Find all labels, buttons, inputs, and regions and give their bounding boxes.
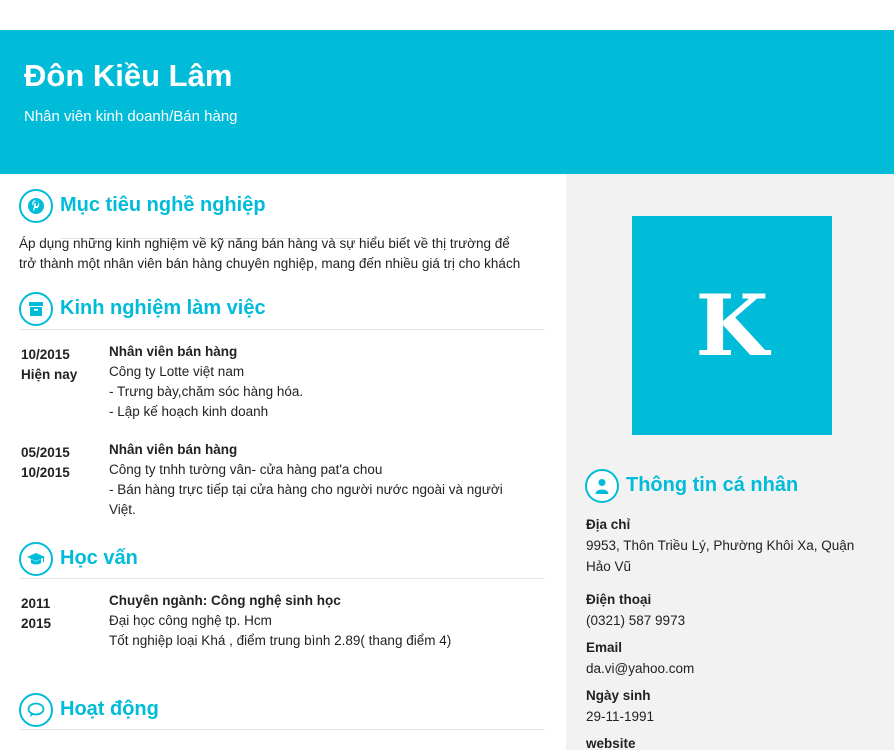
job-position: Nhân viên bán hàng [109,442,238,457]
address-line: Hảo Vũ [586,559,632,574]
school-name: Đại học công nghệ tp. Hcm [109,613,272,628]
date-from: 2011 [21,596,51,611]
speech-bubble-icon [19,693,53,727]
sidebar: K Thông tin cá nhân Địa chỉ 9953, Thôn T… [566,174,894,750]
career-goal-line: Áp dụng những kinh nghiệm về kỹ năng bán… [19,236,510,251]
career-goal-line: trở thành một nhân viên bán hàng chuyên … [19,256,521,271]
resume-header: Đôn Kiều Lâm Nhân viên kinh doanh/Bán hà… [0,30,894,174]
activities-title: Hoạt động [60,698,159,720]
website-label: website [586,736,636,750]
company-name: Công ty Lotte việt nam [109,364,245,379]
address-line: 9953, Thôn Triều Lý, Phường Khôi Xa, Quậ… [586,538,855,553]
date-from: 05/2015 [21,445,70,460]
experience-title: Kinh nghiệm làm việc [60,297,266,319]
job-duty: - Trưng bày,chăm sóc hàng hóa. [109,384,304,399]
career-goal-title: Mục tiêu nghề nghiệp [60,194,266,216]
job-duty: Việt. [109,502,136,517]
experience-date: 05/2015 10/2015 [21,443,101,483]
address-label: Địa chỉ [586,517,631,532]
avatar: K [632,216,832,435]
company-name: Công ty tnhh tường vân- cửa hàng pat'a c… [109,462,383,477]
pinterest-icon [19,189,53,223]
candidate-role: Nhân viên kinh doanh/Bán hàng [24,108,238,125]
section-divider [19,578,545,579]
education-title: Học vấn [60,547,138,569]
experience-details: Nhân viên bán hàng Công ty Lotte việt na… [109,342,529,422]
education-result: Tốt nghiệp loại Khá , điểm trung bình 2.… [109,633,452,648]
experience-heading: Kinh nghiệm làm việc [19,292,549,330]
education-details: Chuyên ngành: Công nghệ sinh học Đại học… [109,591,529,651]
date-to: 2015 [21,616,52,631]
archive-icon [19,292,53,326]
candidate-name: Đôn Kiều Lâm [24,58,233,93]
dob-label: Ngày sinh [586,688,651,703]
education-major: Chuyên ngành: Công nghệ sinh học [109,593,341,608]
graduation-cap-icon [19,542,53,576]
education-heading: Học vấn [19,542,549,579]
career-goal-heading: Mục tiêu nghề nghiệp [19,189,549,239]
phone-label: Điện thoại [586,592,652,607]
section-divider [19,329,545,330]
career-goal-text: Áp dụng những kinh nghiệm về kỹ năng bán… [19,234,549,274]
job-position: Nhân viên bán hàng [109,344,238,359]
phone-value: (0321) 587 9973 [586,613,686,628]
job-duty: - Bán hàng trực tiếp tại cửa hàng cho ng… [109,482,503,497]
experience-date: 10/2015 Hiện nay [21,345,101,385]
date-to: 10/2015 [21,465,70,480]
address-value: 9953, Thôn Triều Lý, Phường Khôi Xa, Quậ… [586,535,878,577]
experience-details: Nhân viên bán hàng Công ty tnhh tường vâ… [109,440,529,520]
personal-info-heading: Thông tin cá nhân [585,469,885,503]
dob-value: 29-11-1991 [586,709,655,724]
email-value: da.vi@yahoo.com [586,661,695,676]
email-label: Email [586,640,623,655]
activities-heading: Hoạt động [19,693,549,730]
main-column: Mục tiêu nghề nghiệp Áp dụng những kinh … [0,174,566,750]
user-icon [585,469,619,503]
date-from: 10/2015 [21,347,70,362]
section-divider [19,729,545,730]
avatar-letter: K [695,276,769,375]
date-to: Hiện nay [21,367,78,382]
job-duty: - Lập kế hoạch kinh doanh [109,404,269,419]
education-date: 2011 2015 [21,594,101,634]
personal-info-title: Thông tin cá nhân [626,474,799,496]
